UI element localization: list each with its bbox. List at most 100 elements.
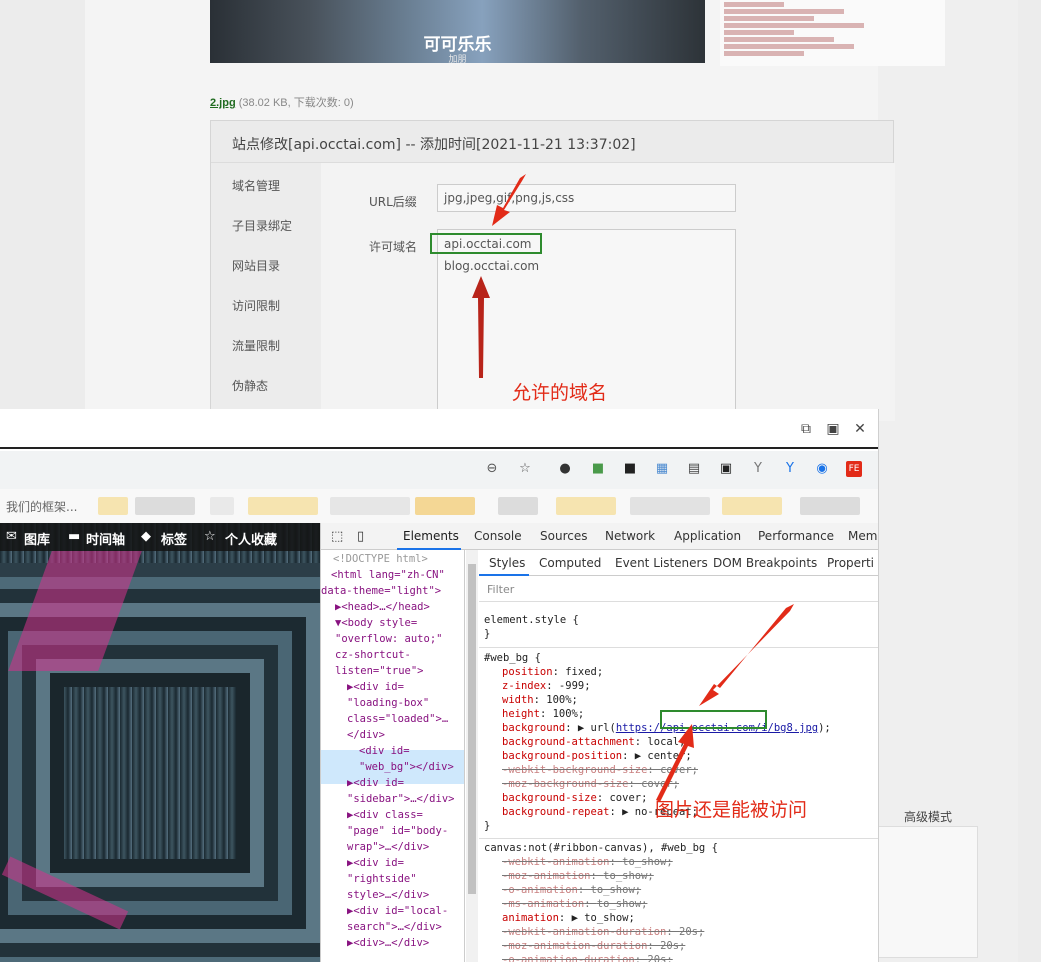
dom-node-line[interactable]: search">…</div> <box>347 921 442 933</box>
dom-node-line[interactable]: "overflow: auto;" <box>335 633 442 645</box>
tab-network[interactable]: Network <box>605 529 655 543</box>
nav-tags[interactable]: 标签 <box>161 529 187 548</box>
dom-node-line[interactable]: style>…</div> <box>347 889 429 901</box>
subtab-styles[interactable]: Styles <box>489 556 525 570</box>
css-property[interactable]: background-attachment <box>502 736 635 748</box>
dom-node-line[interactable]: ▶<div id= <box>347 681 404 693</box>
css-value[interactable]: cover; <box>660 764 698 776</box>
css-declaration[interactable]: background-size: cover; <box>502 792 647 804</box>
css-declaration[interactable]: animation: ▶ to_show; <box>502 912 635 924</box>
css-value[interactable]: ▶ center; <box>635 750 692 762</box>
css-value[interactable]: to_show; <box>622 856 673 868</box>
dom-node-line[interactable]: ▶<div id="local- <box>347 905 448 917</box>
close-icon[interactable]: ✕ <box>851 421 869 439</box>
css-declaration[interactable]: -webkit-animation-duration: 20s; <box>502 926 704 938</box>
css-value[interactable]: to_show; <box>591 884 642 896</box>
extension-icon[interactable]: Y <box>782 461 798 477</box>
attachment-thumbnail[interactable]: 可可乐乐 加朋 <box>210 0 705 63</box>
dom-node-line[interactable]: "loading-box" <box>347 697 429 709</box>
css-property[interactable]: -webkit-animation <box>502 856 609 868</box>
extension-icon[interactable]: FE <box>846 461 862 477</box>
bookmark-item[interactable] <box>722 497 782 515</box>
extension-icon[interactable]: ▤ <box>686 461 702 477</box>
device-toggle-icon[interactable]: ▯ <box>357 529 364 544</box>
dom-node-line[interactable]: ▶<div class= <box>347 809 423 821</box>
css-declaration[interactable]: background-attachment: local; <box>502 736 685 748</box>
extension-icon[interactable]: ■ <box>590 461 606 477</box>
extension-icon[interactable]: ▣ <box>718 461 734 477</box>
bookmark-item[interactable] <box>248 497 318 515</box>
scrollbar-thumb[interactable] <box>468 564 476 894</box>
css-property[interactable]: position <box>502 666 553 678</box>
dom-node-line[interactable]: ▶<div id= <box>347 777 404 789</box>
css-value[interactable]: 100%; <box>546 694 578 706</box>
css-declaration[interactable]: -moz-animation-duration: 20s; <box>502 940 685 952</box>
css-property[interactable]: animation <box>502 912 559 924</box>
dom-node-line[interactable]: wrap">…</div> <box>347 841 429 853</box>
css-value[interactable]: cover; <box>609 792 647 804</box>
subtab-properties[interactable]: Properti <box>827 556 874 570</box>
css-value[interactable]: cover; <box>641 778 679 790</box>
popout-icon[interactable]: ⧉ <box>797 421 815 439</box>
bookmark-item[interactable] <box>630 497 710 515</box>
dom-node-line[interactable]: "page" id="body- <box>347 825 448 837</box>
css-declaration[interactable]: -webkit-animation: to_show; <box>502 856 673 868</box>
css-property[interactable]: background <box>502 722 565 734</box>
css-value[interactable]: ▶ to_show; <box>572 912 635 924</box>
css-property[interactable]: -moz-background-size <box>502 778 628 790</box>
maximize-icon[interactable]: ▣ <box>824 421 842 439</box>
tab-elements[interactable]: Elements <box>403 529 459 543</box>
url-suffix-input[interactable]: jpg,jpeg,gif,png,js,css <box>437 184 736 212</box>
bookmark-item[interactable] <box>800 497 860 515</box>
css-declaration[interactable]: width: 100%; <box>502 694 578 706</box>
css-declaration[interactable]: -o-animation-duration: 20s; <box>502 954 673 962</box>
css-declaration[interactable]: -o-animation: to_show; <box>502 884 641 896</box>
extension-icon[interactable]: ◉ <box>814 461 830 477</box>
css-property[interactable]: background-repeat <box>502 806 609 818</box>
subtab-dom-breakpoints[interactable]: DOM Breakpoints <box>713 556 817 570</box>
extension-icon[interactable]: ■ <box>622 461 638 477</box>
bookmark-item[interactable]: 我们的框架... <box>6 498 77 515</box>
nav-item-subdir[interactable]: 子目录绑定 <box>232 217 292 234</box>
bookmark-item[interactable] <box>98 497 128 515</box>
nav-item-access-limit[interactable]: 访问限制 <box>232 297 280 314</box>
css-declaration[interactable]: -moz-animation: to_show; <box>502 870 654 882</box>
dom-tree-scrollbar[interactable] <box>466 550 478 962</box>
css-value[interactable]: 20s; <box>679 926 704 938</box>
nav-item-rewrite[interactable]: 伪静态 <box>232 377 268 394</box>
dom-node-line[interactable]: cz-shortcut- <box>335 649 411 661</box>
filter-input[interactable]: Filter <box>487 583 514 596</box>
nav-item-webroot[interactable]: 网站目录 <box>232 257 280 274</box>
css-property[interactable]: width <box>502 694 534 706</box>
nav-favorites[interactable]: 个人收藏 <box>225 529 277 548</box>
tab-memory[interactable]: Mem <box>848 529 877 543</box>
css-property[interactable]: height <box>502 708 540 720</box>
styles-filter[interactable]: Filter <box>479 576 878 602</box>
css-declaration[interactable]: -moz-background-size: cover; <box>502 778 679 790</box>
dom-node-line[interactable]: data-theme="light"> <box>321 585 441 597</box>
tab-application[interactable]: Application <box>674 529 741 543</box>
extension-icon[interactable]: ▦ <box>654 461 670 477</box>
css-declaration[interactable]: background-position: ▶ center; <box>502 750 692 762</box>
dom-node-line[interactable]: class="loaded">… <box>347 713 448 725</box>
nav-item-traffic-limit[interactable]: 流量限制 <box>232 337 280 354</box>
css-declaration[interactable]: -ms-animation: to_show; <box>502 898 647 910</box>
nav-timeline[interactable]: 时间轴 <box>86 529 125 548</box>
dom-node-line[interactable]: "rightside" <box>347 873 417 885</box>
tab-performance[interactable]: Performance <box>758 529 834 543</box>
dom-node-line[interactable]: <div id= <box>359 745 410 757</box>
css-property[interactable]: -ms-animation <box>502 898 584 910</box>
dom-node-line[interactable]: "sidebar">…</div> <box>347 793 454 805</box>
dom-node-line[interactable]: "web_bg"></div> <box>359 761 454 773</box>
css-declaration[interactable]: z-index: -999; <box>502 680 591 692</box>
dom-node-line[interactable]: ▼<body style= <box>335 617 417 629</box>
css-declaration[interactable]: position: fixed; <box>502 666 603 678</box>
css-property[interactable]: -moz-animation-duration <box>502 940 647 952</box>
css-property[interactable]: -webkit-animation-duration <box>502 926 666 938</box>
css-property[interactable]: z-index <box>502 680 546 692</box>
nav-gallery[interactable]: 图库 <box>24 529 50 548</box>
extension-icon[interactable]: Y <box>750 461 766 477</box>
inspect-icon[interactable]: ⬚ <box>331 529 343 544</box>
attachment-link[interactable]: 2.jpg <box>210 97 236 109</box>
star-icon[interactable]: ☆ <box>517 461 533 477</box>
